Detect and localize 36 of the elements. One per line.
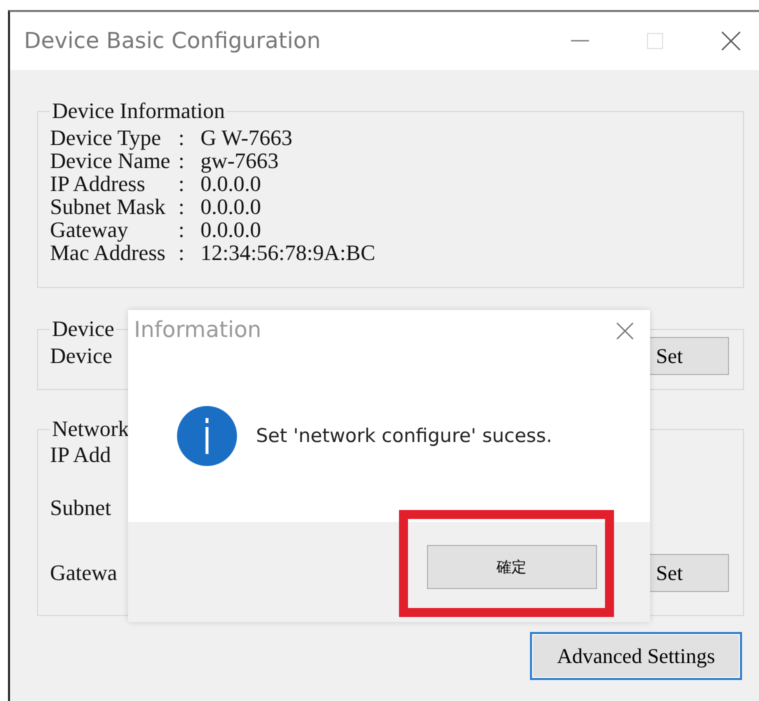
- group-title: Device Information: [51, 98, 226, 124]
- field-value: gw-7663: [200, 149, 280, 172]
- field-label: Gateway: [50, 218, 130, 241]
- separator: :: [178, 149, 186, 172]
- group-title: Device: [51, 316, 116, 342]
- separator: :: [178, 218, 186, 241]
- field-value: G W-7663: [200, 126, 294, 149]
- close-icon[interactable]: [616, 322, 634, 340]
- separator: :: [178, 241, 186, 264]
- field-value: 0.0.0.0: [200, 195, 262, 218]
- window-title: Device Basic Configuration: [24, 28, 321, 54]
- field-label: Device: [50, 343, 112, 369]
- dialog-title: Information: [134, 318, 262, 343]
- field-label: Device Name: [50, 149, 170, 172]
- field-value: 12:34:56:78:9A:BC: [200, 241, 376, 264]
- separator: :: [178, 126, 186, 149]
- info-icon: [176, 405, 238, 467]
- ok-button[interactable]: 確定: [426, 545, 596, 589]
- field-label: IP Address: [50, 172, 146, 195]
- field-label: Mac Address: [50, 241, 166, 264]
- set-button[interactable]: Set: [647, 337, 729, 375]
- field-label: Device Type: [50, 126, 162, 149]
- minimize-icon[interactable]: [571, 39, 589, 43]
- field-label: Subnet: [50, 495, 112, 521]
- field-label: IP Add: [50, 442, 111, 468]
- field-label: Subnet Mask: [50, 195, 166, 218]
- separator: :: [178, 195, 186, 218]
- close-icon[interactable]: [721, 31, 741, 51]
- field-label: Gatewa: [50, 560, 118, 586]
- field-value: 0.0.0.0: [200, 172, 261, 195]
- separator: :: [178, 172, 186, 195]
- advanced-settings-button[interactable]: Advanced Settings: [530, 632, 742, 680]
- group-title: Network: [51, 416, 130, 442]
- message-text: Set 'network configure' sucess.: [256, 425, 552, 447]
- set-button[interactable]: Set: [647, 554, 729, 592]
- field-value: 0.0.0.0: [200, 218, 262, 241]
